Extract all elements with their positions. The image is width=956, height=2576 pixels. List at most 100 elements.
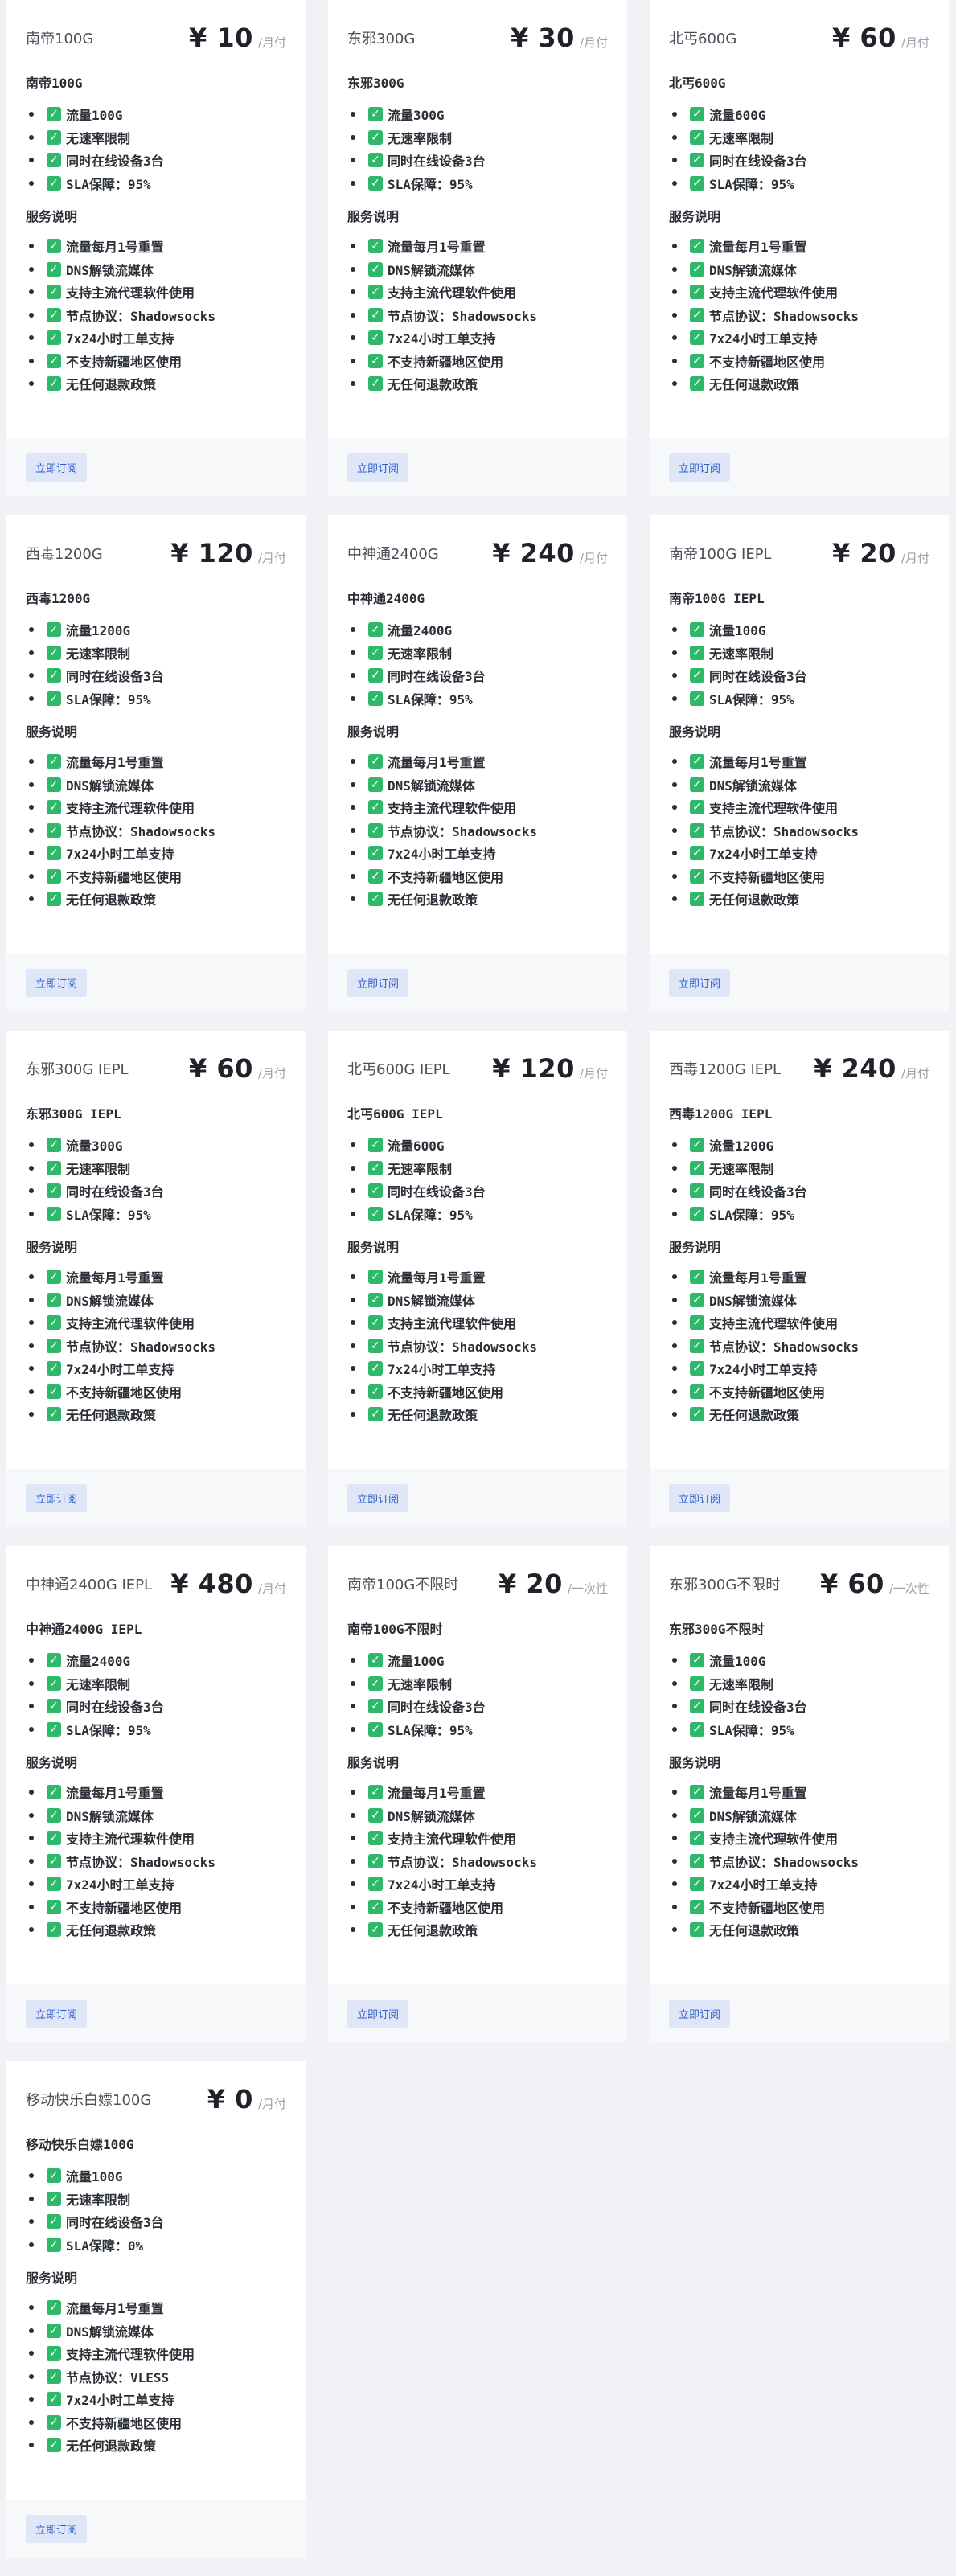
service-item: ✓ DNS解锁流媒体 xyxy=(669,258,929,281)
feature-item: ✓ SLA保障：95% xyxy=(669,1203,929,1226)
plan-card-header: 南帝100G ¥ 10 /月付 xyxy=(26,23,286,61)
feature-item: ✓ SLA保障：95% xyxy=(347,1203,608,1226)
checkmark-icon: ✓ xyxy=(47,1292,61,1307)
service-item: ✓ 节点协议：Shadowsocks xyxy=(26,304,286,327)
bullet-dot-icon xyxy=(351,1904,355,1909)
feature-item: ✓ SLA保障：95% xyxy=(26,1718,286,1741)
bullet-dot-icon xyxy=(351,244,355,249)
service-list: ✓ 流量每月1号重置 ✓ DNS解锁流媒体 ✓ 支持主流代理软件使用 ✓ 节点协议：Shado… xyxy=(669,1265,929,1426)
subscribe-button[interactable]: 立即订阅 xyxy=(669,1483,731,1512)
plan-description: 中神通2400G xyxy=(347,591,425,606)
bullet-dot-icon xyxy=(351,1366,355,1372)
plan-name: 北丐600G xyxy=(669,31,737,47)
service-item: ✓ 节点协议：Shadowsocks xyxy=(26,819,286,843)
feature-text: SLA保障：95% xyxy=(709,1722,794,1738)
bullet-dot-icon xyxy=(672,335,677,341)
bullet-dot-icon xyxy=(672,873,677,879)
checkmark-icon: ✓ xyxy=(690,822,704,838)
feature-list: ✓ 流量600G ✓ 无速率限制 ✓ 同时在线设备3台 ✓ SLA保障：95% xyxy=(347,1134,608,1225)
service-item: ✓ 无任何退款政策 xyxy=(26,2434,286,2457)
feature-list: ✓ 流量100G ✓ 无速率限制 ✓ 同时在线设备3台 ✓ SLA保障：95% xyxy=(669,618,929,710)
service-item: ✓ 7x24小时工单支持 xyxy=(26,842,286,865)
service-section-title: 服务说明 xyxy=(26,724,78,740)
bullet-dot-icon xyxy=(29,2443,34,2448)
bullet-dot-icon xyxy=(29,1927,34,1933)
bullet-dot-icon xyxy=(29,180,34,186)
subscribe-button[interactable]: 立即订阅 xyxy=(26,1999,88,2028)
subscribe-button[interactable]: 立即订阅 xyxy=(347,453,409,482)
checkmark-icon: ✓ xyxy=(690,285,704,300)
checkmark-icon: ✓ xyxy=(47,2214,61,2229)
service-item: ✓ 无任何退款政策 xyxy=(347,1403,608,1426)
bullet-dot-icon xyxy=(672,851,677,856)
checkmark-icon: ✓ xyxy=(368,1407,383,1422)
subscribe-button[interactable]: 立即订阅 xyxy=(347,1999,409,2028)
plan-card-footer: 立即订阅 xyxy=(328,1984,627,2042)
service-text: 节点协议：Shadowsocks xyxy=(709,308,859,324)
feature-list: ✓ 流量100G ✓ 无速率限制 ✓ 同时在线设备3台 ✓ SLA保障：95% xyxy=(669,1649,929,1741)
bullet-dot-icon xyxy=(672,1790,677,1795)
subscribe-button[interactable]: 立即订阅 xyxy=(26,2514,88,2543)
subscribe-button[interactable]: 立即订阅 xyxy=(669,968,731,997)
plan-card-body: 北丐600G ¥ 60 /月付 北丐600G ✓ 流量600G ✓ 无速率限制 ✓ 同时在… xyxy=(650,0,949,438)
checkmark-icon: ✓ xyxy=(47,1653,61,1668)
service-text: 不支持新疆地区使用 xyxy=(709,1384,826,1401)
feature-item: ✓ 无速率限制 xyxy=(26,1672,286,1696)
checkmark-icon: ✓ xyxy=(47,691,61,706)
feature-text: 同时在线设备3台 xyxy=(66,154,164,170)
service-list: ✓ 流量每月1号重置 ✓ DNS解锁流媒体 ✓ 支持主流代理软件使用 ✓ 节点协议：Shado… xyxy=(669,750,929,911)
service-item: ✓ 不支持新疆地区使用 xyxy=(26,865,286,888)
bullet-dot-icon xyxy=(29,827,34,833)
bullet-dot-icon xyxy=(351,1927,355,1933)
checkmark-icon: ✓ xyxy=(47,2237,61,2252)
bullet-dot-icon xyxy=(672,358,677,363)
feature-text: 无速率限制 xyxy=(66,1161,131,1177)
feature-text: 无速率限制 xyxy=(388,1161,453,1177)
service-item: ✓ 不支持新疆地区使用 xyxy=(347,1896,608,1919)
plan-card-footer: 立即订阅 xyxy=(328,1469,627,1527)
feature-item: ✓ 同时在线设备3台 xyxy=(669,149,929,172)
service-item: ✓ 7x24小时工单支持 xyxy=(26,2388,286,2411)
subscribe-button[interactable]: 立即订阅 xyxy=(347,1483,409,1512)
subscribe-button[interactable]: 立即订阅 xyxy=(347,968,409,997)
service-section-title: 服务说明 xyxy=(347,1755,400,1770)
service-text: 流量每月1号重置 xyxy=(66,755,164,771)
plan-card: 移动快乐白嫖100G ¥ 0 /月付 移动快乐白嫖100G ✓ 流量100G ✓ 无速… xyxy=(6,2061,306,2558)
bullet-dot-icon xyxy=(29,627,34,633)
service-item: ✓ 不支持新疆地区使用 xyxy=(347,350,608,373)
feature-item: ✓ 流量600G xyxy=(347,1134,608,1157)
subscribe-button[interactable]: 立即订阅 xyxy=(26,1483,88,1512)
bullet-dot-icon xyxy=(29,1165,34,1171)
service-text: 无任何退款政策 xyxy=(709,377,800,393)
checkmark-icon: ✓ xyxy=(47,153,61,168)
bullet-dot-icon xyxy=(29,358,34,363)
feature-item: ✓ 无速率限制 xyxy=(669,1157,929,1180)
service-list: ✓ 流量每月1号重置 ✓ DNS解锁流媒体 ✓ 支持主流代理软件使用 ✓ 节点协议：Shado… xyxy=(669,1781,929,1942)
checkmark-icon: ✓ xyxy=(368,261,383,277)
plan-card-footer: 立即订阅 xyxy=(650,438,949,496)
bullet-dot-icon xyxy=(351,1704,355,1709)
service-text: 7x24小时工单支持 xyxy=(66,1877,174,1893)
subscribe-button[interactable]: 立即订阅 xyxy=(669,453,731,482)
service-section-title: 服务说明 xyxy=(26,2270,78,2286)
service-text: 7x24小时工单支持 xyxy=(388,331,496,347)
price-amount: ¥ 30 xyxy=(511,23,575,53)
bullet-dot-icon xyxy=(672,266,677,272)
subscribe-button[interactable]: 立即订阅 xyxy=(26,968,88,997)
service-list: ✓ 流量每月1号重置 ✓ DNS解锁流媒体 ✓ 支持主流代理软件使用 ✓ 节点协议：Shado… xyxy=(26,1781,286,1942)
service-text: 支持主流代理软件使用 xyxy=(388,1832,517,1848)
checkmark-icon: ✓ xyxy=(690,1676,704,1691)
feature-text: 无速率限制 xyxy=(66,646,131,662)
feature-text: SLA保障：95% xyxy=(388,176,473,192)
checkmark-icon: ✓ xyxy=(47,2168,61,2184)
subscribe-button[interactable]: 立即订阅 xyxy=(669,1999,731,2028)
bullet-dot-icon xyxy=(351,180,355,186)
price-amount: ¥ 10 xyxy=(189,23,253,53)
service-text: 7x24小时工单支持 xyxy=(66,2393,174,2409)
service-item: ✓ DNS解锁流媒体 xyxy=(347,1289,608,1312)
service-text: 7x24小时工单支持 xyxy=(709,847,818,863)
service-text: 流量每月1号重置 xyxy=(66,2301,164,2317)
bullet-dot-icon xyxy=(672,695,677,701)
plan-card-body: 西毒1200G IEPL ¥ 240 /月付 西毒1200G IEPL ✓ 流量1… xyxy=(650,1031,949,1469)
subscribe-button[interactable]: 立即订阅 xyxy=(26,453,88,482)
